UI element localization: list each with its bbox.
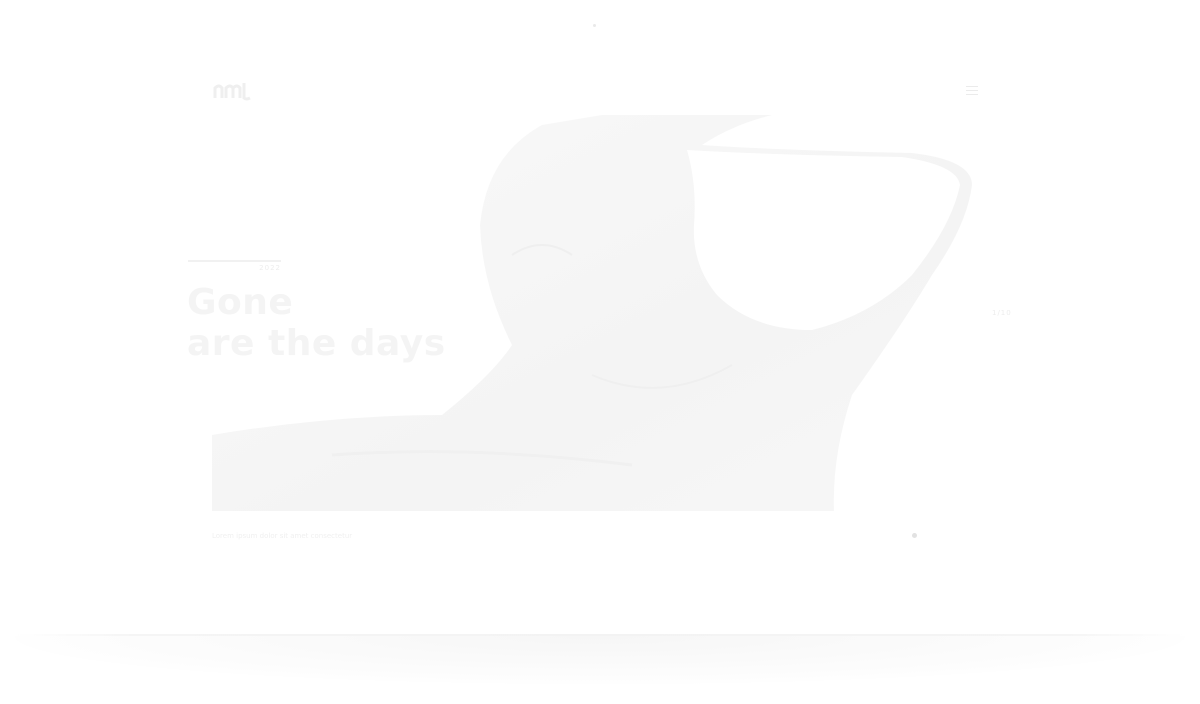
- hero-kicker: 2022: [259, 264, 281, 272]
- device-shadow: [15, 636, 1185, 684]
- slide-counter: 1/10: [992, 309, 1012, 317]
- top-indicator: [593, 24, 596, 27]
- hamburger-icon: [966, 86, 978, 87]
- hero-divider: [188, 260, 281, 262]
- logo[interactable]: [212, 80, 256, 102]
- menu-button[interactable]: [966, 86, 978, 96]
- slider-nav-dot[interactable]: [912, 533, 917, 538]
- logo-mark-icon: [213, 83, 251, 101]
- hero-title-line-1: Gone: [187, 282, 294, 323]
- hero-title: Gone are the days: [187, 282, 446, 364]
- hero-title-line-2: are the days: [187, 323, 446, 364]
- page: 2022 Gone are the days 1/10 Lorem ipsum …: [0, 0, 1200, 704]
- image-caption: Lorem ipsum dolor sit amet consectetur: [212, 532, 353, 540]
